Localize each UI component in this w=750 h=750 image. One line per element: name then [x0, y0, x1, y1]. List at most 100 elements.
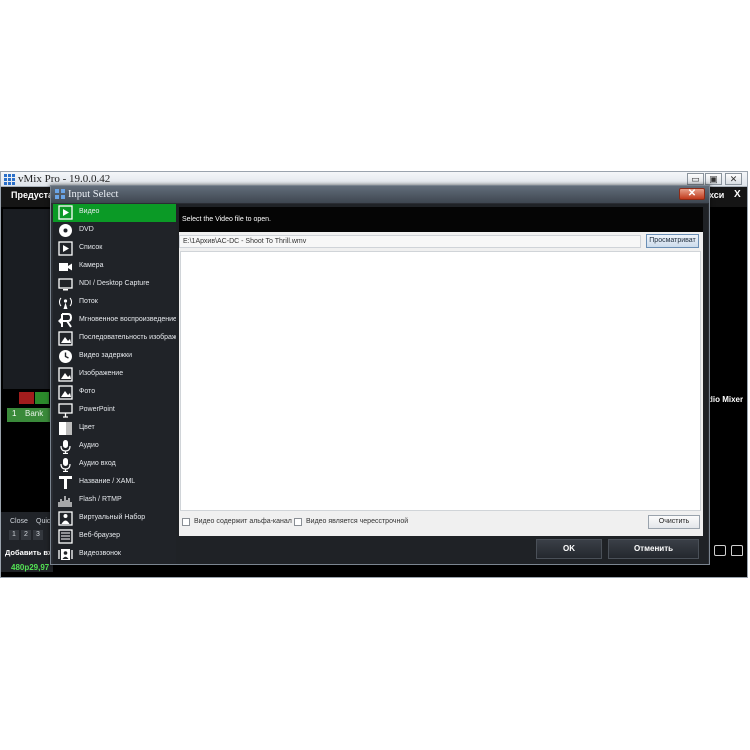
red-indicator — [19, 392, 34, 404]
close-window-button[interactable]: ✕ — [725, 173, 742, 185]
input-type-item[interactable]: Изображение — [53, 366, 176, 384]
input-type-item[interactable]: Flash / RTMP — [53, 492, 176, 510]
input-type-item[interactable]: Фото — [53, 384, 176, 402]
dialog-title: Input Select — [68, 189, 119, 200]
green-indicator — [35, 392, 49, 404]
input-type-label: Поток — [79, 298, 98, 305]
status-strip — [1, 392, 51, 404]
minimize-button[interactable]: ▭ — [687, 173, 704, 185]
dialog-close-button[interactable]: ✕ — [679, 188, 705, 200]
input-controls-panel: Close Quic 1 2 3 Добавить вхо 480p29,97 — [1, 512, 57, 572]
image-sequence-icon — [58, 331, 73, 346]
cancel-button[interactable]: Отменить — [608, 539, 699, 559]
input-type-item[interactable]: Веб-браузер — [53, 528, 176, 546]
audio-input-icon — [58, 457, 73, 473]
video-call-icon — [58, 547, 73, 562]
input-type-item[interactable]: Виртуальный Набор — [53, 510, 176, 528]
menu-preview[interactable]: Предуста — [11, 190, 53, 200]
menu-close-button[interactable]: X — [734, 189, 741, 200]
file-form: E:\1Архив\AC-DC - Shoot To Thrill.wmv Пр… — [179, 232, 703, 536]
color-icon — [58, 421, 73, 436]
number-button-2[interactable]: 2 — [21, 530, 31, 540]
prompt-bar: Select the Video file to open. — [179, 207, 703, 232]
camera-icon[interactable] — [714, 545, 726, 556]
input-type-label: Веб-браузер — [79, 532, 120, 539]
alpha-channel-checkbox[interactable] — [182, 518, 190, 526]
image-icon — [58, 367, 73, 382]
dvd-icon — [58, 223, 73, 238]
input-type-label: Мгновенное воспроизведение — [79, 316, 176, 323]
input-type-item[interactable]: Поток — [53, 294, 176, 312]
vmix-app-icon — [4, 174, 15, 185]
input-type-item[interactable]: Аудио — [53, 438, 176, 456]
virtual-set-icon — [58, 511, 73, 526]
list-icon — [58, 241, 73, 256]
vmix-dialog-icon — [55, 189, 66, 200]
alpha-channel-label: Видео содержит альфа-канал — [194, 518, 292, 525]
input-type-label: Аудио вход — [79, 460, 116, 467]
input-type-item[interactable]: Видео задержки — [53, 348, 176, 366]
input-type-item[interactable]: Название / XAML — [53, 474, 176, 492]
dialog-titlebar[interactable]: Input Select ✕ — [51, 186, 709, 203]
audio-icon — [58, 439, 73, 455]
audio-mixer-label: dio Mixer — [708, 395, 744, 404]
menu-settings[interactable]: хси — [709, 190, 724, 200]
input-type-label: Камера — [79, 262, 104, 269]
input-type-item[interactable]: Цвет — [53, 420, 176, 438]
input-type-label: Видео задержки — [79, 352, 133, 359]
bank-label: Bank — [25, 409, 44, 418]
flash-icon — [58, 493, 73, 508]
input-type-item[interactable]: PowerPoint — [53, 402, 176, 420]
ok-button[interactable]: OK — [536, 539, 602, 559]
input-type-item[interactable]: Последовательность изображений — [53, 330, 176, 348]
video-delay-icon — [58, 349, 73, 364]
input-type-label: Список — [79, 244, 103, 251]
number-button-1[interactable]: 1 — [9, 530, 19, 540]
resolution-label: 480p29,97 — [11, 563, 50, 572]
file-preview-area — [180, 251, 701, 511]
clear-button[interactable]: Очистить — [648, 515, 700, 529]
input-type-label: NDI / Desktop Capture — [79, 280, 150, 287]
browse-button[interactable]: Просматриват — [646, 234, 699, 248]
input-type-item[interactable]: Список — [53, 240, 176, 258]
powerpoint-icon — [58, 403, 73, 418]
interlaced-label: Видео является чересстрочной — [306, 518, 409, 525]
add-input-button[interactable]: Добавить вхо — [5, 548, 57, 557]
stream-icon — [58, 295, 73, 310]
input-type-label: Изображение — [79, 370, 124, 377]
input-type-item[interactable]: DVD — [53, 222, 176, 240]
maximize-button[interactable]: ▣ — [705, 173, 722, 185]
quick-play-button[interactable]: Quic — [36, 518, 50, 525]
input-type-label: Flash / RTMP — [79, 496, 122, 503]
input-type-label: Аудио — [79, 442, 99, 449]
bank-row[interactable]: 1 Bank — [7, 408, 51, 422]
input-type-list: Видео DVD Список Камера NDI / Desktop Captur… — [53, 204, 176, 564]
monitor-icon — [58, 277, 73, 292]
number-button-3[interactable]: 3 — [33, 530, 43, 540]
lock-icon[interactable] — [731, 545, 743, 556]
title-icon — [58, 475, 73, 490]
photo-icon — [58, 385, 73, 400]
input-type-label: Видео — [79, 208, 100, 215]
input-type-item[interactable]: Видео — [53, 204, 176, 222]
input-type-label: Цвет — [79, 424, 95, 431]
input-type-item[interactable]: NDI / Desktop Capture — [53, 276, 176, 294]
camera-icon — [58, 259, 73, 274]
input-select-dialog: Input Select ✕ Видео DVD Список Камера NDI /… — [50, 185, 710, 565]
close-input-button[interactable]: Close — [10, 518, 28, 525]
input-type-item[interactable]: Мгновенное воспроизведение — [53, 312, 176, 330]
input-type-item[interactable]: Видеозвонок — [53, 546, 176, 564]
input-type-item[interactable]: Камера — [53, 258, 176, 276]
input-type-label: DVD — [79, 226, 94, 233]
input-type-label: Последовательность изображений — [79, 334, 176, 341]
interlaced-checkbox[interactable] — [294, 518, 302, 526]
file-path-input[interactable]: E:\1Архив\AC-DC - Shoot To Thrill.wmv — [179, 235, 641, 248]
bank-number: 1 — [12, 409, 17, 418]
dialog-content: Select the Video file to open. E:\1Архив… — [176, 204, 708, 564]
replay-icon — [58, 313, 73, 328]
input-type-item[interactable]: Аудио вход — [53, 456, 176, 474]
prompt-text: Select the Video file to open. — [182, 216, 271, 223]
input-type-label: Виртуальный Набор — [79, 514, 146, 521]
preview-panel — [3, 209, 50, 389]
input-type-label: PowerPoint — [79, 406, 115, 413]
